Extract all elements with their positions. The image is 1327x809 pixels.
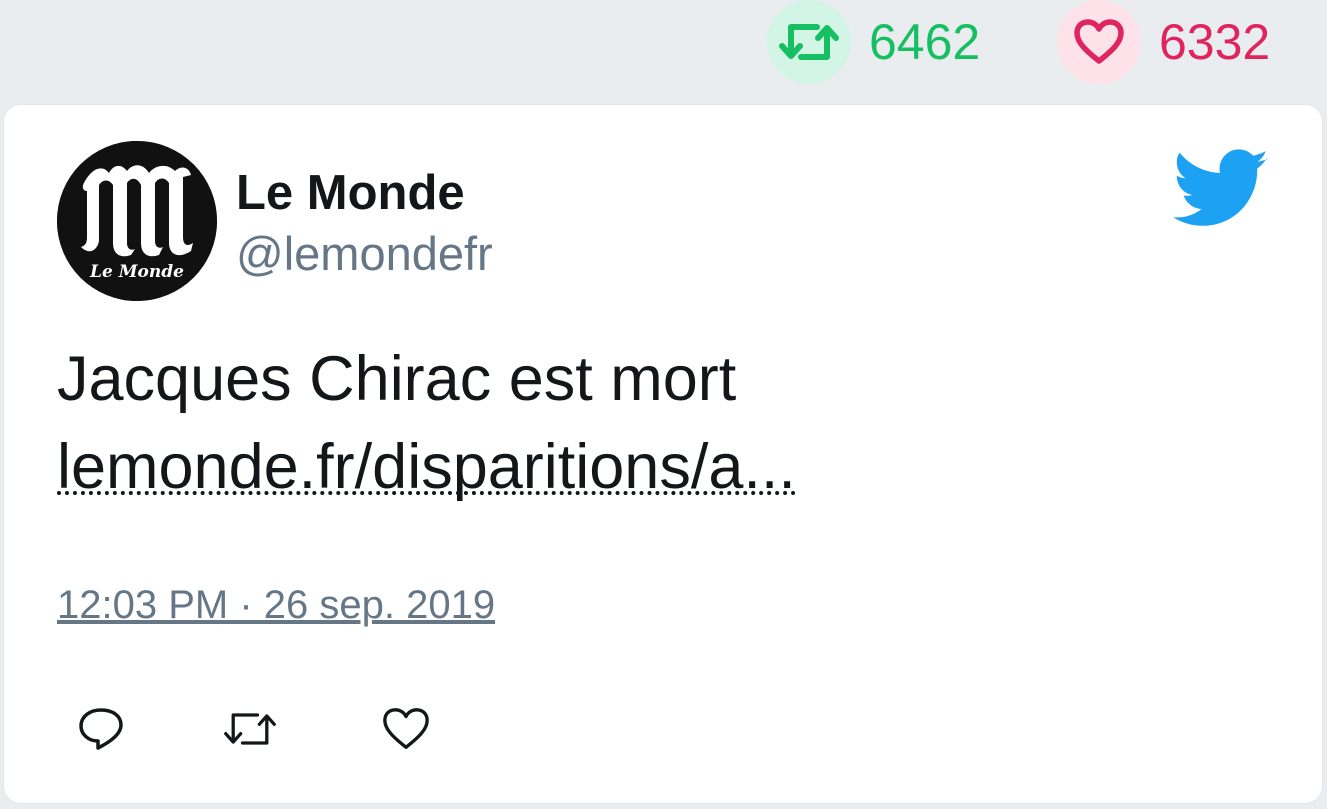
like-stat[interactable]: 6332 [1057,0,1270,84]
author-display-name[interactable]: Le Monde [236,165,465,221]
tweet-card[interactable]: Le Monde Le Monde @lemondefr Jacques Chi… [3,104,1323,804]
tweet-timestamp[interactable]: 12:03 PM · 26 sep. 2019 [57,583,495,628]
retweet-icon[interactable] [767,0,851,84]
tweet-text: Jacques Chirac est mort [57,344,737,414]
engagement-stats-bar: 6462 6332 [0,0,1327,100]
like-count: 6332 [1159,14,1271,70]
svg-text:Le Monde: Le Monde [89,262,184,282]
tweet-link[interactable]: lemonde.fr/disparitions/a... [57,427,796,502]
twitter-bird-icon[interactable] [1172,149,1270,229]
author-avatar[interactable]: Le Monde [57,141,217,301]
retweet-icon[interactable] [222,701,278,757]
retweet-count: 6462 [869,14,981,70]
retweet-stat[interactable]: 6462 [767,0,980,84]
author-handle[interactable]: @lemondefr [236,226,493,281]
heart-icon[interactable] [378,701,434,757]
heart-icon[interactable] [1057,0,1141,84]
le-monde-logo: Le Monde [57,141,217,301]
reply-icon[interactable] [73,701,129,757]
